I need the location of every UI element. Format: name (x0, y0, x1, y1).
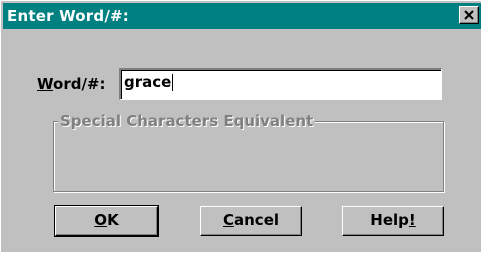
enter-word-dialog: Enter Word/#: Word/#: grace Special Char… (0, 0, 481, 252)
window-title: Enter Word/#: (7, 7, 129, 25)
ok-label: K (107, 211, 119, 229)
cancel-label: ancel (234, 211, 280, 229)
word-label-mnemonic: W (37, 75, 54, 93)
ok-mnemonic: O (94, 211, 108, 229)
help-button[interactable]: Help! (342, 206, 444, 236)
special-characters-group-title: Special Characters Equivalent (58, 112, 316, 130)
title-bar[interactable]: Enter Word/#: (3, 3, 481, 29)
help-mnemonic: ! (408, 211, 416, 229)
word-field-label: Word/#: (37, 75, 106, 93)
cancel-button[interactable]: Cancel (200, 206, 302, 236)
word-input[interactable]: grace (119, 68, 442, 100)
word-label-text: ord/#: (53, 75, 106, 93)
special-characters-groupbox (53, 121, 444, 192)
word-input-value: grace (124, 73, 172, 91)
text-caret (172, 74, 174, 91)
ok-button[interactable]: OK (54, 205, 159, 237)
close-button[interactable] (459, 6, 479, 24)
cancel-mnemonic: C (222, 211, 234, 229)
help-label: Help (370, 211, 409, 229)
close-icon (464, 10, 474, 20)
